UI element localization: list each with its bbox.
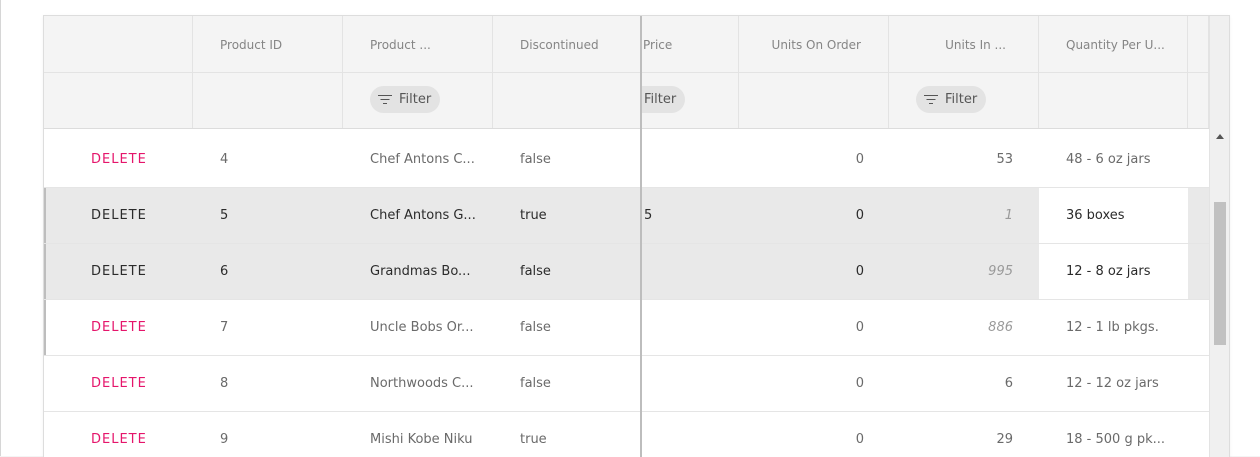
delete-button[interactable]: DELETE xyxy=(91,412,147,457)
filter-button-product-name[interactable]: Filter xyxy=(370,86,441,113)
cell-product-name[interactable]: Chef Antons G... xyxy=(370,188,480,243)
cell-units-in-stock[interactable]: 1 xyxy=(889,188,1013,243)
data-grid: Product ID Product ... Discontinued Pric… xyxy=(43,15,1230,457)
header-label: Product ... xyxy=(370,38,431,52)
cell-discontinued[interactable]: true xyxy=(520,188,547,243)
cell-product-id[interactable]: 4 xyxy=(220,132,228,187)
filter-icon xyxy=(924,94,938,105)
cell-quantity-per-unit[interactable]: 18 - 500 g pk... xyxy=(1039,412,1188,457)
grid-body: DELETE 4 Chef Antons C... false 0 53 48 … xyxy=(44,132,1209,457)
table-row[interactable]: DELETE 5 Chef Antons G... true 5 0 1 36 … xyxy=(44,188,1209,244)
row-selection-edge xyxy=(44,244,46,299)
table-row[interactable]: DELETE 9 Mishi Kobe Niku true 0 29 18 - … xyxy=(44,412,1209,457)
page-left-border xyxy=(0,0,1,456)
row-selection-edge xyxy=(44,188,46,243)
cell-units-in-stock[interactable]: 995 xyxy=(889,244,1013,299)
cell-discontinued[interactable]: true xyxy=(520,412,547,457)
header-label: Units In ... xyxy=(945,38,1006,52)
filter-button-price[interactable]: Filter xyxy=(642,86,686,113)
cell-discontinued[interactable]: false xyxy=(520,244,551,299)
cell-quantity-per-unit[interactable]: 12 - 8 oz jars xyxy=(1039,244,1188,299)
cell-units-in-stock[interactable]: 29 xyxy=(889,412,1013,457)
filter-label: Filter xyxy=(399,92,432,107)
cell-product-id[interactable]: 9 xyxy=(220,412,228,457)
delete-button[interactable]: DELETE xyxy=(91,300,147,355)
table-row[interactable]: DELETE 4 Chef Antons C... false 0 53 48 … xyxy=(44,132,1209,188)
cell-units-in-stock[interactable]: 6 xyxy=(889,356,1013,411)
header-label: Discontinued xyxy=(520,38,599,52)
cell-quantity-per-unit[interactable]: 48 - 6 oz jars xyxy=(1039,132,1188,187)
cell-product-id[interactable]: 6 xyxy=(220,244,228,299)
vertical-scrollbar[interactable] xyxy=(1209,16,1229,457)
table-row[interactable]: DELETE 8 Northwoods C... false 0 6 12 - … xyxy=(44,356,1209,412)
cell-product-name[interactable]: Uncle Bobs Or... xyxy=(370,300,480,355)
cell-price[interactable] xyxy=(644,244,724,299)
cell-price[interactable] xyxy=(644,300,724,355)
cell-product-name[interactable]: Mishi Kobe Niku xyxy=(370,412,480,457)
header-label: Units On Order xyxy=(771,38,861,52)
cell-product-name[interactable]: Chef Antons C... xyxy=(370,132,480,187)
filter-clip-price: Filter xyxy=(642,86,712,113)
cell-product-name[interactable]: Grandmas Bo... xyxy=(370,244,480,299)
filter-label: Filter xyxy=(945,92,978,107)
cell-units-on-order[interactable]: 0 xyxy=(739,412,864,457)
cell-product-name[interactable]: Northwoods C... xyxy=(370,356,480,411)
cell-units-on-order[interactable]: 0 xyxy=(739,132,864,187)
filter-row-divider xyxy=(44,72,1209,73)
filter-label: Filter xyxy=(644,92,677,107)
row-selection-edge xyxy=(44,300,46,355)
cell-product-id[interactable]: 7 xyxy=(220,300,228,355)
delete-button[interactable]: DELETE xyxy=(91,188,147,243)
frozen-column-divider[interactable] xyxy=(640,16,642,457)
cell-price[interactable]: 5 xyxy=(644,188,724,243)
cell-units-on-order[interactable]: 0 xyxy=(739,188,864,243)
scrollbar-thumb[interactable] xyxy=(1214,202,1226,345)
cell-discontinued[interactable]: false xyxy=(520,300,551,355)
cell-product-id[interactable]: 5 xyxy=(220,188,228,243)
cell-product-id[interactable]: 8 xyxy=(220,356,228,411)
cell-units-on-order[interactable]: 0 xyxy=(739,244,864,299)
cell-price[interactable] xyxy=(644,132,724,187)
delete-button[interactable]: DELETE xyxy=(91,132,147,187)
cell-discontinued[interactable]: false xyxy=(520,132,551,187)
cell-units-on-order[interactable]: 0 xyxy=(739,300,864,355)
delete-button[interactable]: DELETE xyxy=(91,356,147,411)
table-row[interactable]: DELETE 7 Uncle Bobs Or... false 0 886 12… xyxy=(44,300,1209,356)
cell-price[interactable] xyxy=(644,356,724,411)
cell-quantity-per-unit[interactable]: 12 - 1 lb pkgs. xyxy=(1039,300,1188,355)
cell-quantity-per-unit[interactable]: 12 - 12 oz jars xyxy=(1039,356,1188,411)
filter-icon xyxy=(378,94,392,105)
header-label: Product ID xyxy=(220,38,283,52)
grid-header: Product ID Product ... Discontinued Pric… xyxy=(44,16,1209,129)
cell-quantity-per-unit[interactable]: 36 boxes xyxy=(1039,188,1188,243)
cell-price[interactable] xyxy=(644,412,724,457)
scroll-up-arrow-icon[interactable] xyxy=(1216,134,1224,139)
cell-units-in-stock[interactable]: 886 xyxy=(889,300,1013,355)
cell-units-on-order[interactable]: 0 xyxy=(739,356,864,411)
cell-discontinued[interactable]: false xyxy=(520,356,551,411)
filter-button-units-in-stock[interactable]: Filter xyxy=(916,86,987,113)
table-row[interactable]: DELETE 6 Grandmas Bo... false 0 995 12 -… xyxy=(44,244,1209,300)
delete-button[interactable]: DELETE xyxy=(91,244,147,299)
header-label: Quantity Per U... xyxy=(1066,38,1165,52)
cell-units-in-stock[interactable]: 53 xyxy=(889,132,1013,187)
header-label: Price xyxy=(643,38,673,52)
